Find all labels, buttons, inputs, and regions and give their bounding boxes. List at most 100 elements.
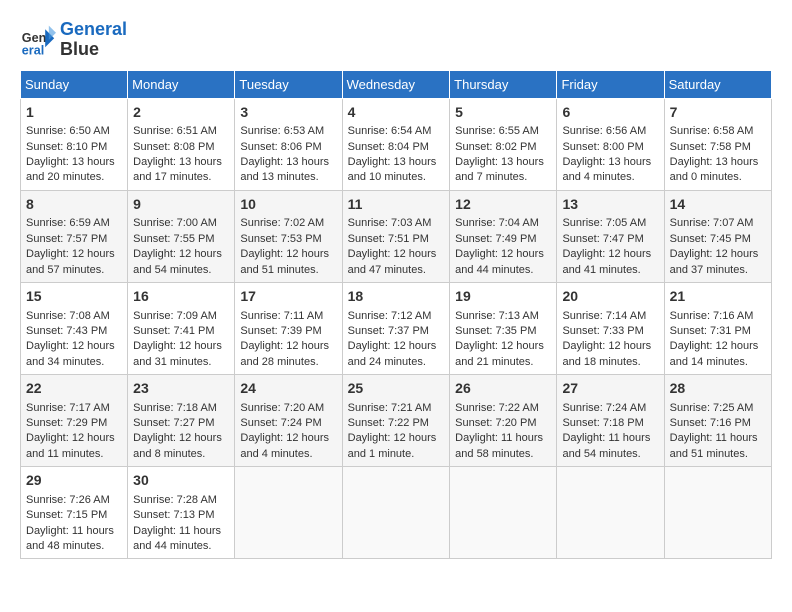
daylight-label: Daylight: 11 hours and 51 minutes. — [670, 432, 758, 459]
day-number: 16 — [133, 287, 229, 307]
calendar-week-3: 15Sunrise: 7:08 AMSunset: 7:43 PMDayligh… — [21, 282, 772, 374]
sunrise-label: Sunrise: 7:28 AM — [133, 494, 217, 506]
sunrise-label: Sunrise: 7:18 AM — [133, 402, 217, 414]
sunrise-label: Sunrise: 7:09 AM — [133, 310, 217, 322]
sunrise-label: Sunrise: 7:08 AM — [26, 310, 110, 322]
day-number: 13 — [562, 195, 658, 215]
sunset-label: Sunset: 8:04 PM — [348, 141, 429, 153]
sunrise-label: Sunrise: 6:59 AM — [26, 217, 110, 229]
calendar-day-15: 15Sunrise: 7:08 AMSunset: 7:43 PMDayligh… — [21, 282, 128, 374]
sunrise-label: Sunrise: 6:58 AM — [670, 125, 754, 137]
page-header: Gen eral GeneralBlue — [20, 20, 772, 60]
day-number: 20 — [562, 287, 658, 307]
header-friday: Friday — [557, 70, 664, 98]
calendar-day-29: 29Sunrise: 7:26 AMSunset: 7:15 PMDayligh… — [21, 467, 128, 559]
daylight-label: Daylight: 11 hours and 48 minutes. — [26, 525, 114, 552]
daylight-label: Daylight: 13 hours and 20 minutes. — [26, 156, 115, 183]
calendar-day-16: 16Sunrise: 7:09 AMSunset: 7:41 PMDayligh… — [128, 282, 235, 374]
sunrise-label: Sunrise: 7:16 AM — [670, 310, 754, 322]
sunset-label: Sunset: 7:13 PM — [133, 509, 214, 521]
day-number: 9 — [133, 195, 229, 215]
sunrise-label: Sunrise: 7:12 AM — [348, 310, 432, 322]
sunset-label: Sunset: 7:33 PM — [562, 325, 643, 337]
sunrise-label: Sunrise: 7:04 AM — [455, 217, 539, 229]
weekday-header-row: Sunday Monday Tuesday Wednesday Thursday… — [21, 70, 772, 98]
sunset-label: Sunset: 7:39 PM — [240, 325, 321, 337]
day-number: 28 — [670, 379, 766, 399]
sunrise-label: Sunrise: 6:50 AM — [26, 125, 110, 137]
logo-icon: Gen eral — [20, 22, 56, 58]
sunset-label: Sunset: 7:53 PM — [240, 233, 321, 245]
daylight-label: Daylight: 12 hours and 21 minutes. — [455, 340, 544, 367]
calendar-day-10: 10 Sunrise: 7:02 AM Sunset: 7:53 PM Dayligh… — [235, 190, 342, 282]
day-number: 26 — [455, 379, 551, 399]
calendar-day-19: 19Sunrise: 7:13 AMSunset: 7:35 PMDayligh… — [450, 282, 557, 374]
daylight-label: Daylight: 13 hours and 17 minutes. — [133, 156, 222, 183]
logo: Gen eral GeneralBlue — [20, 20, 127, 60]
sunrise-label: Sunrise: 7:05 AM — [562, 217, 646, 229]
calendar-day-8: 8Sunrise: 6:59 AMSunset: 7:57 PMDaylight… — [21, 190, 128, 282]
sunrise-label: Sunrise: 7:07 AM — [670, 217, 754, 229]
sunrise-label: Sunrise: 7:02 AM — [240, 217, 324, 229]
sunset-label: Sunset: 7:41 PM — [133, 325, 214, 337]
daylight-label: Daylight: 12 hours and 54 minutes. — [133, 248, 222, 275]
day-number: 17 — [240, 287, 336, 307]
calendar-day-1: 1Sunrise: 6:50 AMSunset: 8:10 PMDaylight… — [21, 98, 128, 190]
calendar-day-4: 4Sunrise: 6:54 AMSunset: 8:04 PMDaylight… — [342, 98, 450, 190]
day-number: 6 — [562, 103, 658, 123]
sunrise-label: Sunrise: 7:14 AM — [562, 310, 646, 322]
sunset-label: Sunset: 7:57 PM — [26, 233, 107, 245]
daylight-label: Daylight: 12 hours and 1 minute. — [348, 432, 437, 459]
calendar-week-5: 29Sunrise: 7:26 AMSunset: 7:15 PMDayligh… — [21, 467, 772, 559]
sunrise-label: Sunrise: 7:21 AM — [348, 402, 432, 414]
day-number: 27 — [562, 379, 658, 399]
daylight-label: Daylight: 12 hours and 47 minutes. — [348, 248, 437, 275]
calendar-day-7: 7Sunrise: 6:58 AMSunset: 7:58 PMDaylight… — [664, 98, 771, 190]
sunset-label: Sunset: 7:29 PM — [26, 417, 107, 429]
sunrise-label: Sunrise: 6:54 AM — [348, 125, 432, 137]
daylight-label: Daylight: 12 hours and 18 minutes. — [562, 340, 651, 367]
sunrise-label: Sunrise: 6:56 AM — [562, 125, 646, 137]
day-number: 29 — [26, 471, 122, 491]
header-sunday: Sunday — [21, 70, 128, 98]
day-number: 18 — [348, 287, 445, 307]
sunset-label: Sunset: 7:16 PM — [670, 417, 751, 429]
sunset-label: Sunset: 7:43 PM — [26, 325, 107, 337]
sunset-label: Sunset: 7:49 PM — [455, 233, 536, 245]
calendar-day-empty — [557, 467, 664, 559]
daylight-label: Daylight: 11 hours and 44 minutes. — [133, 525, 221, 552]
calendar-day-9: 9Sunrise: 7:00 AMSunset: 7:55 PMDaylight… — [128, 190, 235, 282]
daylight-label: Daylight: 12 hours and 51 minutes. — [240, 248, 329, 275]
calendar-day-25: 25Sunrise: 7:21 AMSunset: 7:22 PMDayligh… — [342, 375, 450, 467]
header-monday: Monday — [128, 70, 235, 98]
daylight-label: Daylight: 12 hours and 41 minutes. — [562, 248, 651, 275]
day-number: 21 — [670, 287, 766, 307]
calendar-day-5: 5Sunrise: 6:55 AMSunset: 8:02 PMDaylight… — [450, 98, 557, 190]
calendar-day-18: 18Sunrise: 7:12 AMSunset: 7:37 PMDayligh… — [342, 282, 450, 374]
calendar-day-2: 2Sunrise: 6:51 AMSunset: 8:08 PMDaylight… — [128, 98, 235, 190]
logo-text: GeneralBlue — [60, 20, 127, 60]
sunset-label: Sunset: 7:45 PM — [670, 233, 751, 245]
calendar-day-26: 26Sunrise: 7:22 AMSunset: 7:20 PMDayligh… — [450, 375, 557, 467]
daylight-label: Daylight: 12 hours and 44 minutes. — [455, 248, 544, 275]
sunrise-label: Sunrise: 7:24 AM — [562, 402, 646, 414]
sunset-label: Sunset: 7:51 PM — [348, 233, 429, 245]
sunrise-label: Sunrise: 6:53 AM — [240, 125, 324, 137]
header-saturday: Saturday — [664, 70, 771, 98]
sunset-label: Sunset: 7:24 PM — [240, 417, 321, 429]
sunrise-label: Sunrise: 7:03 AM — [348, 217, 432, 229]
sunset-label: Sunset: 7:31 PM — [670, 325, 751, 337]
sunrise-label: Sunrise: 7:13 AM — [455, 310, 539, 322]
daylight-label: Daylight: 12 hours and 11 minutes. — [26, 432, 115, 459]
sunrise-label: Sunrise: 6:55 AM — [455, 125, 539, 137]
daylight-label: Daylight: 13 hours and 7 minutes. — [455, 156, 544, 183]
calendar-day-14: 14Sunrise: 7:07 AMSunset: 7:45 PMDayligh… — [664, 190, 771, 282]
day-number: 23 — [133, 379, 229, 399]
calendar-day-11: 11Sunrise: 7:03 AMSunset: 7:51 PMDayligh… — [342, 190, 450, 282]
sunrise-label: Sunrise: 7:17 AM — [26, 402, 110, 414]
day-number: 10 — [240, 195, 336, 215]
day-number: 24 — [240, 379, 336, 399]
daylight-label: Daylight: 12 hours and 34 minutes. — [26, 340, 115, 367]
sunset-label: Sunset: 7:47 PM — [562, 233, 643, 245]
calendar-table: Sunday Monday Tuesday Wednesday Thursday… — [20, 70, 772, 560]
